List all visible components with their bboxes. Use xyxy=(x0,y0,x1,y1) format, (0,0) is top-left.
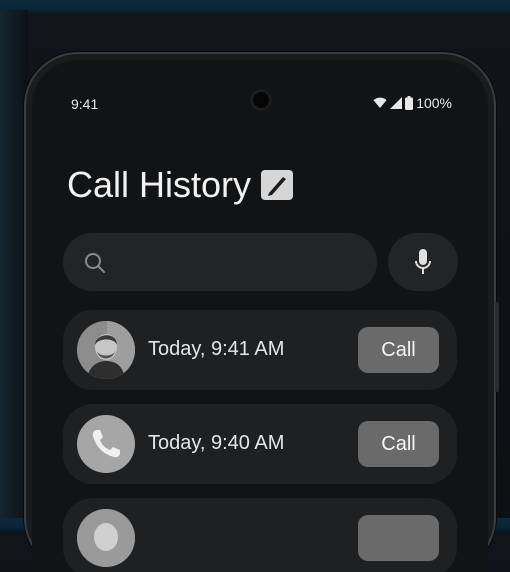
phone-frame: 9:41 100% Call History Today, 9:41 AM Ca… xyxy=(24,52,499,572)
call-button[interactable]: Call xyxy=(358,327,439,373)
call-button[interactable] xyxy=(358,515,439,561)
microphone-icon xyxy=(415,249,431,274)
status-icons: 100% xyxy=(373,95,452,111)
call-time: Today, 9:41 AM xyxy=(148,338,285,360)
call-history-item[interactable]: Today, 9:40 AM Call xyxy=(63,404,457,484)
phone-icon xyxy=(77,415,135,473)
side-button xyxy=(495,302,499,392)
contact-avatar xyxy=(77,321,135,379)
battery-icon xyxy=(405,96,414,110)
phone-screen: 9:41 100% Call History Today, 9:41 AM Ca… xyxy=(32,60,488,572)
search-bar[interactable] xyxy=(63,233,377,291)
cellular-signal-icon xyxy=(390,97,403,109)
call-history-item[interactable]: Today, 9:41 AM Call xyxy=(63,310,457,390)
voice-search-button[interactable] xyxy=(388,233,458,291)
edit-pencil-icon[interactable] xyxy=(261,170,294,200)
wifi-icon xyxy=(373,97,387,108)
call-time: Today, 9:40 AM xyxy=(148,432,285,454)
front-camera xyxy=(250,89,272,111)
call-history-item[interactable] xyxy=(63,498,457,572)
status-time: 9:41 xyxy=(71,96,99,112)
battery-percentage: 100% xyxy=(416,95,452,111)
search-icon xyxy=(85,253,105,273)
header: Call History xyxy=(67,164,294,206)
page-title: Call History xyxy=(67,164,252,205)
call-button[interactable]: Call xyxy=(358,421,439,467)
